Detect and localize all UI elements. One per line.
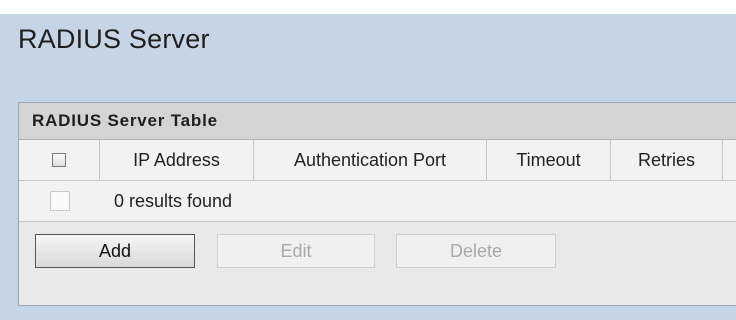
table-caption: RADIUS Server Table [19,103,736,140]
row-checkbox [49,191,70,211]
column-header-retries[interactable]: Retries [611,140,723,180]
table-row: 0 results found [19,181,736,222]
column-header-spacer [723,140,736,180]
delete-button[interactable]: Delete [396,234,556,268]
row-checkbox-cell [19,181,100,221]
radius-server-panel: RADIUS Server RADIUS Server Table IP Add… [0,14,736,320]
column-header-timeout[interactable]: Timeout [487,140,611,180]
column-header-ip-address[interactable]: IP Address [100,140,254,180]
select-all-checkbox[interactable] [52,153,66,167]
results-count-text: 0 results found [114,190,233,211]
page-title: RADIUS Server [18,24,210,54]
column-header-authentication-port[interactable]: Authentication Port [254,140,487,180]
radius-server-table: RADIUS Server Table IP Address Authentic… [18,102,736,306]
edit-button[interactable]: Edit [217,234,375,268]
add-button[interactable]: Add [35,234,195,268]
table-actions: Add Edit Delete [19,223,736,305]
table-header-row: IP Address Authentication Port Timeout R… [19,140,736,181]
select-all-cell [19,140,100,180]
